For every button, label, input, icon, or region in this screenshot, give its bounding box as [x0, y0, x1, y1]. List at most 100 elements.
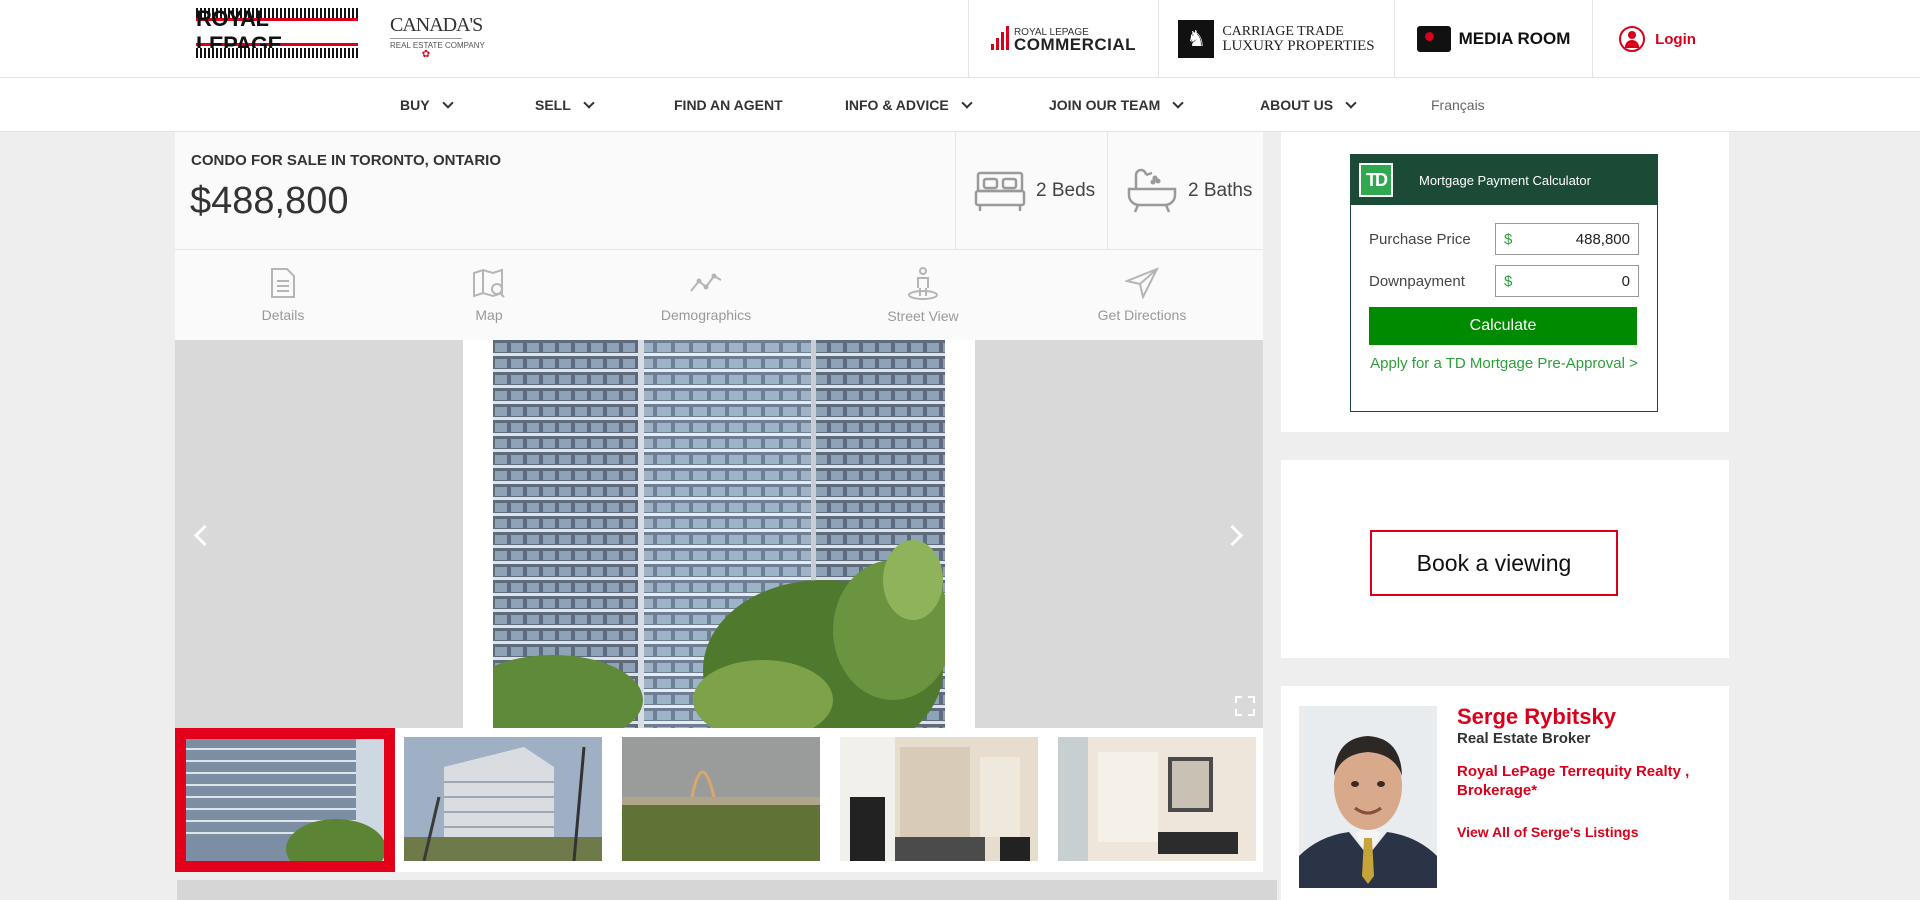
main-nav: BUY SELL FIND AN AGENT INFO & ADVICE JOI…: [0, 78, 1920, 132]
agent-name[interactable]: Serge Rybitsky: [1457, 704, 1616, 730]
fullscreen-icon[interactable]: [1235, 696, 1255, 716]
photo-gallery: [175, 340, 1263, 728]
tab-details[interactable]: Details: [175, 250, 391, 340]
main-photo-frame: [463, 340, 975, 728]
document-icon: [271, 268, 295, 298]
book-viewing-card: Book a viewing: [1281, 460, 1729, 658]
agent-title: Real Estate Broker: [1457, 730, 1591, 747]
downpayment-input[interactable]: $ 0: [1495, 265, 1639, 297]
commercial-label: COMMERCIAL: [1013, 35, 1137, 54]
td-logo: TD: [1359, 163, 1393, 197]
agent-brokerage[interactable]: Royal LePage Terrequity Realty , Brokera…: [1457, 762, 1697, 800]
calculate-button[interactable]: Calculate: [1369, 307, 1637, 345]
beds-label: 2 Beds: [1036, 180, 1096, 201]
book-viewing-button[interactable]: Book a viewing: [1370, 530, 1618, 596]
nav-find-an-agent[interactable]: FIND AN AGENT: [674, 78, 783, 132]
purchase-price-value: 488,800: [1575, 230, 1630, 248]
maple-leaf-icon: ✿: [421, 49, 431, 60]
thumbnail-hallway[interactable]: [840, 737, 1038, 861]
tab-street-view-label: Street View: [887, 308, 959, 324]
td-pre-approval-link[interactable]: Apply for a TD Mortgage Pre-Approval >: [1351, 355, 1657, 372]
luxury-bottom-label: LUXURY PROPERTIES: [1222, 38, 1375, 54]
login-label: Login: [1655, 30, 1696, 48]
downpayment-label: Downpayment: [1369, 272, 1465, 290]
logo-band: ROYAL LEPAGE: [196, 6, 358, 57]
tab-demographics-label: Demographics: [660, 307, 752, 323]
mortgage-calculator: TD Mortgage Payment Calculator Purchase …: [1350, 154, 1658, 412]
luxury-properties-link[interactable]: ♞ CARRIAGE TRADE LUXURY PROPERTIES: [1158, 0, 1394, 78]
listing-tabs: Details Map Demographics Street View Get…: [175, 250, 1263, 340]
map-icon: [473, 268, 505, 298]
thumbnail-building-angle[interactable]: [404, 737, 602, 861]
listing-type: CONDO FOR SALE IN TORONTO, ONTARIO: [191, 152, 502, 169]
nav-sell-label: SELL: [535, 97, 571, 113]
user-icon: [1619, 26, 1646, 52]
listing-header: CONDO FOR SALE IN TORONTO, ONTARIO $488,…: [175, 132, 1263, 250]
agent-card: Serge Rybitsky Real Estate Broker Royal …: [1281, 686, 1729, 900]
media-room-link[interactable]: MEDIA ROOM: [1394, 0, 1592, 78]
main-photo[interactable]: [493, 340, 945, 728]
commercial-bars-icon: [990, 26, 1009, 50]
nav-about-us-label: ABOUT US: [1260, 97, 1334, 113]
bed-icon: [974, 171, 1026, 211]
beds-stat: 2 Beds: [955, 132, 1107, 250]
street-view-icon: [908, 267, 938, 300]
agent-listings-link[interactable]: View All of Serge's Listings: [1457, 824, 1639, 840]
calculator-header: TD Mortgage Payment Calculator: [1351, 155, 1657, 205]
chevron-down-icon: [441, 96, 454, 109]
purchase-price-label: Purchase Price: [1369, 230, 1471, 248]
thumbnail-entry-mirror[interactable]: [1058, 737, 1256, 861]
logo-bars-bottom: [196, 48, 358, 58]
downpayment-value: 0: [1621, 272, 1630, 290]
thumbnail-rainbow-view[interactable]: [622, 737, 820, 861]
nav-buy-label: BUY: [400, 97, 430, 113]
baths-label: 2 Baths: [1188, 180, 1253, 201]
tagline-top: CANADA'S: [390, 14, 483, 36]
tab-get-directions-label: Get Directions: [1097, 307, 1187, 323]
luxury-top-label: CARRIAGE TRADE: [1222, 24, 1344, 39]
agent-photo: [1299, 706, 1437, 888]
media-room-label: MEDIA ROOM: [1458, 29, 1571, 48]
thumbnail-strip: [175, 728, 1263, 872]
tab-map-label: Map: [475, 307, 503, 323]
chevron-down-icon: [583, 96, 595, 109]
chevron-down-icon: [1172, 96, 1184, 109]
tab-street-view[interactable]: Street View: [825, 250, 1021, 340]
nav-find-an-agent-label: FIND AN AGENT: [674, 97, 783, 113]
nav-info-advice[interactable]: INFO & ADVICE: [845, 78, 973, 132]
listing-price: $488,800: [190, 180, 349, 222]
navigation-icon: [1125, 267, 1159, 299]
language-switch[interactable]: Français: [1431, 78, 1485, 132]
chevron-down-icon: [1345, 96, 1357, 109]
login-link[interactable]: Login: [1592, 0, 1722, 78]
line-chart-icon: [690, 273, 722, 292]
baths-stat: 2 Baths: [1107, 132, 1263, 250]
top-header: ROYAL LEPAGE CANADA'S REAL ESTATE COMPAN…: [0, 0, 1920, 78]
tab-demographics[interactable]: Demographics: [587, 250, 825, 340]
nav-sell[interactable]: SELL: [535, 78, 595, 132]
nav-about-us[interactable]: ABOUT US: [1260, 78, 1357, 132]
section-divider: [177, 880, 1277, 900]
royal-lepage-logo[interactable]: ROYAL LEPAGE: [196, 6, 358, 62]
purchase-price-input[interactable]: $ 488,800: [1495, 223, 1639, 255]
horse-icon: ♞: [1178, 20, 1215, 58]
tab-details-label: Details: [261, 307, 305, 323]
nav-join-our-team[interactable]: JOIN OUR TEAM: [1049, 78, 1184, 132]
nav-buy[interactable]: BUY: [400, 78, 454, 132]
nav-join-our-team-label: JOIN OUR TEAM: [1049, 97, 1161, 113]
bathtub-icon: [1127, 168, 1177, 213]
mortgage-calculator-card: TD Mortgage Payment Calculator Purchase …: [1281, 132, 1729, 432]
prev-photo-arrow[interactable]: [189, 520, 219, 550]
tab-get-directions[interactable]: Get Directions: [1021, 250, 1263, 340]
purchase-price-row: Purchase Price $ 488,800: [1369, 223, 1639, 255]
calculator-title: Mortgage Payment Calculator: [1419, 172, 1591, 188]
nav-info-advice-label: INFO & ADVICE: [845, 97, 949, 113]
media-room-icon: [1416, 26, 1451, 52]
currency-symbol: $: [1504, 272, 1513, 290]
thumbnail-building-front[interactable]: [175, 728, 395, 872]
currency-symbol: $: [1504, 230, 1513, 248]
next-photo-arrow[interactable]: [1221, 520, 1251, 550]
tab-map[interactable]: Map: [391, 250, 587, 340]
commercial-link[interactable]: ROYAL LEPAGE COMMERCIAL: [968, 0, 1158, 78]
language-label: Français: [1431, 97, 1485, 113]
